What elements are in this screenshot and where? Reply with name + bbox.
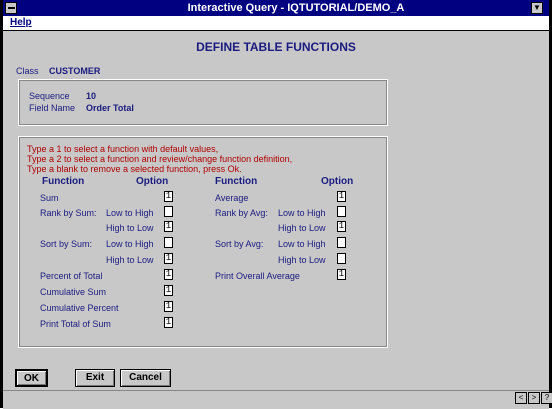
- class-value: CUSTOMER: [49, 66, 101, 76]
- sum-option-input[interactable]: 1: [164, 191, 173, 202]
- exit-button[interactable]: Exit: [75, 369, 115, 387]
- system-menu-icon[interactable]: [5, 2, 17, 14]
- print-overall-average-input[interactable]: 1: [337, 269, 346, 280]
- sequence-label: Sequence: [29, 91, 70, 101]
- rank-avg-high-label: High to Low: [278, 223, 326, 233]
- rank-sum-high-input[interactable]: 1: [164, 221, 173, 232]
- rank-sum-low-label: Low to High: [106, 208, 154, 218]
- prev-button[interactable]: <: [515, 392, 527, 404]
- sort-sum-high-label: High to Low: [106, 255, 154, 265]
- class-label: Class: [16, 66, 39, 76]
- cumulative-sum-label: Cumulative Sum: [40, 287, 107, 297]
- page-title: DEFINE TABLE FUNCTIONS: [196, 40, 356, 54]
- right-function-header: Function: [215, 176, 258, 187]
- average-input[interactable]: 1: [337, 191, 346, 202]
- sort-avg-high-label: High to Low: [278, 255, 326, 265]
- left-option-header: Option: [136, 176, 169, 187]
- left-function-header: Function: [42, 176, 85, 187]
- next-button[interactable]: >: [528, 392, 540, 404]
- sort-avg-low-label: Low to High: [278, 239, 326, 249]
- menu-help[interactable]: Help: [10, 16, 32, 30]
- sort-sum-low-input[interactable]: [164, 237, 173, 248]
- sort-by-sum-label: Sort by Sum:: [40, 239, 93, 249]
- field-name-value: Order Total: [86, 103, 134, 113]
- sequence-value: 10: [86, 91, 97, 101]
- minimize-button[interactable]: ▼: [531, 2, 543, 14]
- print-total-of-sum-label: Print Total of Sum: [40, 319, 111, 329]
- help-button[interactable]: ?: [541, 392, 552, 404]
- rank-sum-high-label: High to Low: [106, 223, 154, 233]
- sort-avg-high-input[interactable]: [337, 253, 346, 264]
- instruction-line-1: Type a 1 to select a function with defau…: [27, 144, 219, 154]
- average-label: Average: [215, 193, 249, 203]
- print-overall-average-label: Print Overall Average: [215, 271, 300, 281]
- sort-by-avg-label: Sort by Avg:: [215, 239, 264, 249]
- status-bar: [3, 390, 549, 409]
- rank-avg-high-input[interactable]: 1: [337, 221, 346, 232]
- query-window: Interactive Query - IQTUTORIAL/DEMO_A ▼ …: [0, 0, 552, 409]
- cancel-button[interactable]: Cancel: [120, 369, 171, 387]
- rank-sum-low-input[interactable]: [164, 206, 173, 217]
- cumulative-percent-label: Cumulative Percent: [40, 303, 119, 313]
- title-bar: Interactive Query - IQTUTORIAL/DEMO_A ▼: [3, 0, 549, 16]
- window-title: Interactive Query - IQTUTORIAL/DEMO_A: [187, 2, 405, 14]
- instruction-line-3: Type a blank to remove a selected functi…: [27, 164, 242, 174]
- cumulative-percent-input[interactable]: 1: [164, 301, 173, 312]
- percent-of-total-input[interactable]: 1: [164, 269, 173, 280]
- instruction-line-2: Type a 2 to select a function and review…: [27, 154, 293, 164]
- percent-of-total-label: Percent of Total: [40, 271, 103, 281]
- menu-bar: Help: [3, 16, 549, 31]
- sort-sum-high-input[interactable]: 1: [164, 253, 173, 264]
- ok-button[interactable]: OK: [15, 369, 48, 387]
- rank-avg-low-input[interactable]: [337, 206, 346, 217]
- cumulative-sum-input[interactable]: 1: [164, 285, 173, 296]
- sort-sum-low-label: Low to High: [106, 239, 154, 249]
- rank-avg-low-label: Low to High: [278, 208, 326, 218]
- sum-label: Sum: [40, 193, 59, 203]
- print-total-of-sum-input[interactable]: 1: [164, 317, 173, 328]
- sort-avg-low-input[interactable]: [337, 237, 346, 248]
- field-name-label: Field Name: [29, 103, 76, 113]
- rank-by-avg-label: Rank by Avg:: [215, 208, 268, 218]
- right-option-header: Option: [321, 176, 354, 187]
- rank-by-sum-label: Rank by Sum:: [40, 208, 97, 218]
